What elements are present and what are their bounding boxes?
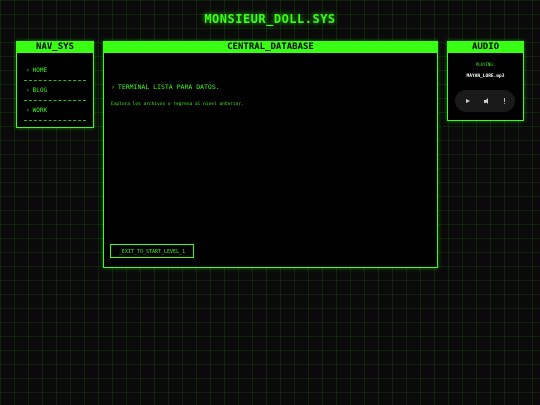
chevron-right-icon: › <box>26 107 30 114</box>
exit-to-start-button[interactable]: _EXIT_TO_START_LEVEL_1 <box>110 244 194 258</box>
chevron-right-icon: › <box>26 67 30 74</box>
volume-icon[interactable] <box>484 98 489 104</box>
site-title: MONSIEUR_DOLL.SYS <box>204 12 336 26</box>
nav-item-label: WORK <box>32 107 48 114</box>
nav-list: › HOME › BLOG › WORK <box>17 53 93 121</box>
nav-panel: NAV_SYS › HOME › BLOG › WORK <box>16 41 94 128</box>
nav-panel-header: NAV_SYS <box>17 42 93 53</box>
terminal-heading: › TERMINAL LISTA PARA DATOS. <box>111 83 220 91</box>
chevron-right-icon: › <box>111 83 115 91</box>
central-panel: CENTRAL_DATABASE › TERMINAL LISTA PARA DA… <box>103 41 438 268</box>
nav-item-home[interactable]: › HOME <box>24 61 86 81</box>
terminal-description: Explora los archivos o regresa al nivel … <box>111 102 244 107</box>
audio-status: PLAYING: <box>475 62 496 67</box>
terminal-heading-text: TERMINAL LISTA PARA DATOS. <box>117 83 220 91</box>
nav-item-work[interactable]: › WORK <box>24 101 86 121</box>
audio-panel: AUDIO PLAYING: MAYAN_LORE.mp3 <box>447 41 524 121</box>
play-icon[interactable] <box>466 99 470 103</box>
chevron-right-icon: › <box>26 87 30 94</box>
audio-track-name: MAYAN_LORE.mp3 <box>466 74 505 79</box>
central-body: › TERMINAL LISTA PARA DATOS. Explora los … <box>104 53 437 267</box>
audio-panel-header: AUDIO <box>448 42 523 53</box>
nav-item-label: BLOG <box>32 87 48 94</box>
audio-player[interactable] <box>455 90 515 112</box>
nav-item-blog[interactable]: › BLOG <box>24 81 86 101</box>
more-options-icon[interactable] <box>503 98 505 104</box>
nav-item-label: HOME <box>32 67 48 74</box>
central-panel-header: CENTRAL_DATABASE <box>104 42 437 53</box>
